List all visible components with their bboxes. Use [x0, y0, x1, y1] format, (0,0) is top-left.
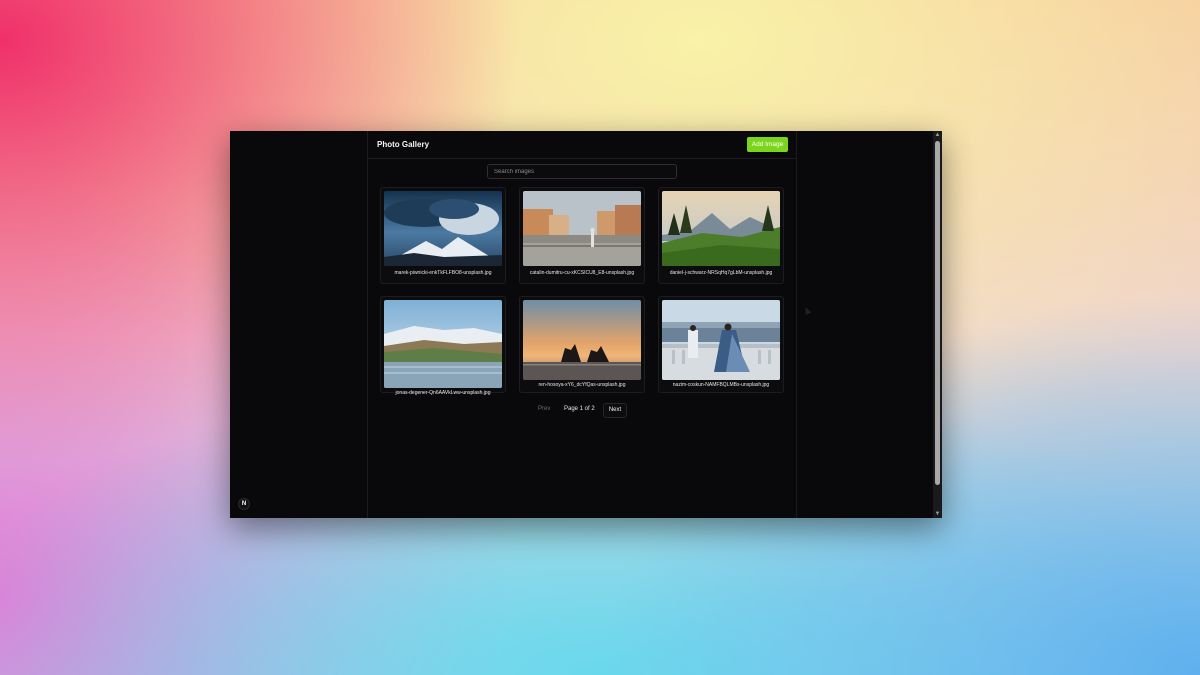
scroll-up-arrow-icon[interactable]: ▲	[933, 131, 942, 139]
app-header: Photo Gallery Add Image	[368, 131, 796, 159]
framework-badge-icon[interactable]: N	[238, 498, 250, 510]
image-filename: nazim-coskun-NAMFBQLMBs-unsplash.jpg	[672, 382, 770, 388]
gallery-image[interactable]	[662, 300, 780, 380]
image-sunset-rocks	[523, 300, 641, 380]
image-mountain-clouds	[384, 191, 502, 266]
vertical-scrollbar[interactable]: ▲ ▼	[933, 131, 942, 518]
gallery-image[interactable]	[662, 191, 780, 266]
page-title: Photo Gallery	[377, 140, 430, 149]
image-filename: marek-piwnicki-enkTkFLFBO8-unsplash.jpg	[394, 270, 492, 276]
image-city-bridge	[523, 191, 641, 266]
gallery-image[interactable]	[523, 191, 641, 266]
gallery-card[interactable]: daniel-j-schwarz-NRSqHq7gLbM-unsplash.jp…	[658, 187, 784, 284]
search-input[interactable]	[487, 164, 677, 179]
image-green-hills	[662, 191, 780, 266]
gallery-image[interactable]	[384, 191, 502, 266]
prev-page-button[interactable]: Prev	[538, 406, 550, 412]
pagination: Prev Page 1 of 2 Next	[368, 403, 796, 419]
image-filename: catalin-dumitru-cu-xKCSICU8_E8-unsplash.…	[529, 270, 635, 276]
image-city-couple	[662, 300, 780, 380]
image-filename: daniel-j-schwarz-NRSqHq7gLbM-unsplash.jp…	[669, 270, 773, 276]
gallery-card[interactable]: nazim-coskun-NAMFBQLMBs-unsplash.jpg	[658, 296, 784, 393]
page-indicator: Page 1 of 2	[564, 406, 595, 412]
add-image-button[interactable]: Add Image	[747, 137, 788, 152]
image-coastal-terraces	[384, 300, 502, 388]
photo-gallery-app: Photo Gallery Add Image Search images ma…	[367, 131, 797, 518]
next-page-button[interactable]: Next	[603, 403, 627, 418]
gallery-card[interactable]: catalin-dumitru-cu-xKCSICU8_E8-unsplash.…	[519, 187, 645, 284]
browser-window: Photo Gallery Add Image Search images ma…	[230, 131, 942, 518]
image-filename: ren-hosoya-xY6_dcYfQas-unsplash.jpg	[538, 382, 626, 388]
image-filename: jonas-degener-Qn6AAVkLww-unsplash.jpg	[395, 390, 491, 396]
gallery-image[interactable]	[523, 300, 641, 380]
gallery-card[interactable]: ren-hosoya-xY6_dcYfQas-unsplash.jpg	[519, 296, 645, 393]
scrollbar-thumb[interactable]	[935, 141, 940, 485]
gallery-card[interactable]: marek-piwnicki-enkTkFLFBO8-unsplash.jpg	[380, 187, 506, 284]
scroll-down-arrow-icon[interactable]: ▼	[933, 510, 942, 518]
gallery-image[interactable]	[384, 300, 502, 388]
gallery-card[interactable]: jonas-degener-Qn6AAVkLww-unsplash.jpg	[380, 296, 506, 396]
